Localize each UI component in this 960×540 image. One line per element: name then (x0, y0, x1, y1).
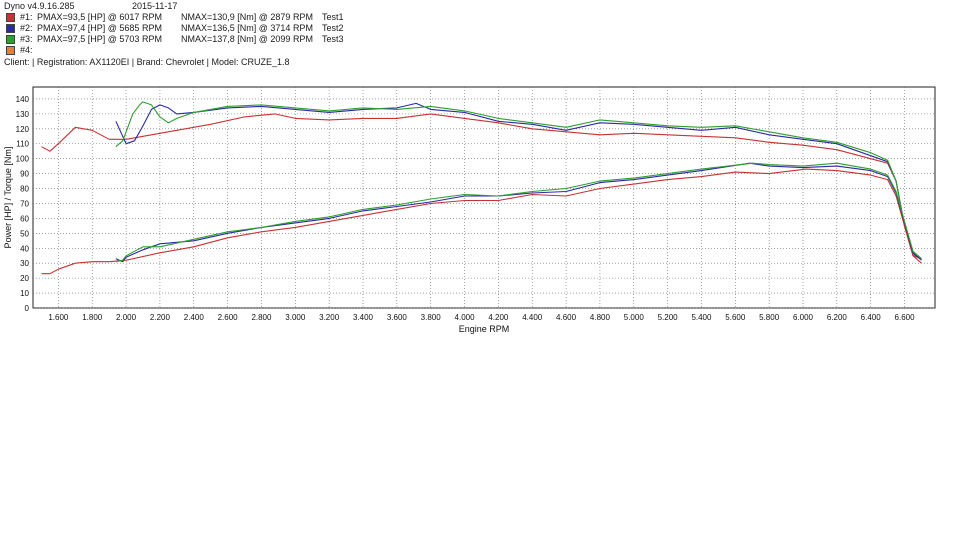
y-tick-label: 60 (20, 214, 29, 223)
plot-frame (32, 86, 936, 309)
y-tick-label: 50 (20, 229, 29, 238)
run-legend-header: Dyno v4.9.16.285 2015-11-17 #1: PMAX=93,… (4, 0, 424, 70)
run-3-nmax: NMAX=137,8 [Nm] @ 2099 RPM (181, 34, 313, 44)
x-tick-label: 6.400 (861, 313, 882, 322)
y-tick-label: 70 (20, 199, 29, 208)
x-tick-label: 1.600 (48, 313, 69, 322)
run-2-test: Test2 (322, 23, 344, 33)
run-1-test: Test1 (322, 12, 344, 22)
x-tick-label: 4.800 (590, 313, 611, 322)
x-tick-label: 2.400 (184, 313, 205, 322)
x-tick-label: 5.400 (691, 313, 712, 322)
app-version: Dyno v4.9.16.285 (4, 1, 75, 11)
run-2-pmax: PMAX=97,4 [HP] @ 5685 RPM (37, 23, 162, 33)
run-3-id: #3: (20, 34, 33, 44)
x-tick-label: 4.600 (556, 313, 577, 322)
y-tick-label: 130 (16, 110, 30, 119)
x-tick-label: 5.000 (624, 313, 645, 322)
run-2-id: #2: (20, 23, 33, 33)
run-4-id: #4: (20, 45, 33, 55)
dyno-chart: 0 10 20 30 40 50 60 70 80 90 100 110 120 130 140 1.600… (3, 86, 936, 334)
x-tick-label: 2.000 (116, 313, 137, 322)
x-axis-ticks: 1.600 1.800 2.000 2.200 2.400 2.600 2.800 3.000… (48, 313, 915, 322)
run-3-color-swatch (6, 35, 15, 44)
y-tick-label: 0 (25, 304, 30, 313)
x-tick-label: 5.600 (725, 313, 746, 322)
run-1-id: #1: (20, 12, 33, 22)
x-tick-label: 3.800 (421, 313, 442, 322)
test-date: 2015-11-17 (132, 1, 178, 11)
x-tick-label: 4.400 (522, 313, 543, 322)
run-1-nmax: NMAX=130,9 [Nm] @ 2879 RPM (181, 12, 313, 22)
run-4-color-swatch (6, 46, 15, 55)
x-tick-label: 4.000 (455, 313, 476, 322)
run-3-pmax: PMAX=97,5 [HP] @ 5703 RPM (37, 34, 162, 44)
x-tick-label: 4.200 (488, 313, 509, 322)
run-2-nmax: NMAX=136,5 [Nm] @ 3714 RPM (181, 23, 313, 33)
y-tick-label: 20 (20, 274, 29, 283)
x-tick-label: 6.600 (895, 313, 916, 322)
x-tick-label: 2.600 (218, 313, 239, 322)
run-1-color-swatch (6, 13, 15, 22)
client-info: Client: | Registration: AX1120EI | Brand… (4, 57, 290, 67)
x-axis-label: Engine RPM (459, 324, 510, 334)
x-tick-label: 5.200 (658, 313, 679, 322)
y-tick-label: 30 (20, 259, 29, 268)
y-tick-label: 140 (16, 95, 30, 104)
x-tick-label: 2.200 (150, 313, 171, 322)
y-tick-label: 80 (20, 185, 29, 194)
y-tick-label: 40 (20, 244, 29, 253)
y-tick-label: 90 (20, 170, 29, 179)
x-tick-label: 6.200 (827, 313, 848, 322)
y-axis-ticks: 0 10 20 30 40 50 60 70 80 90 100 110 120 130 140 (16, 95, 30, 313)
y-tick-label: 100 (16, 155, 30, 164)
y-axis-label: Power [HP] / Torque [Nm] (3, 147, 13, 249)
run-1-pmax: PMAX=93,5 [HP] @ 6017 RPM (37, 12, 162, 22)
x-tick-label: 3.600 (387, 313, 408, 322)
run-2-color-swatch (6, 24, 15, 33)
y-tick-label: 120 (16, 125, 30, 134)
y-tick-label: 110 (16, 140, 29, 149)
y-tick-label: 10 (20, 289, 29, 298)
x-tick-label: 3.400 (353, 313, 374, 322)
x-tick-label: 3.000 (285, 313, 306, 322)
x-tick-label: 3.200 (319, 313, 340, 322)
x-tick-label: 1.800 (82, 313, 103, 322)
x-tick-label: 6.000 (793, 313, 814, 322)
x-tick-label: 5.800 (759, 313, 780, 322)
run-3-test: Test3 (322, 34, 344, 44)
x-tick-label: 2.800 (251, 313, 272, 322)
